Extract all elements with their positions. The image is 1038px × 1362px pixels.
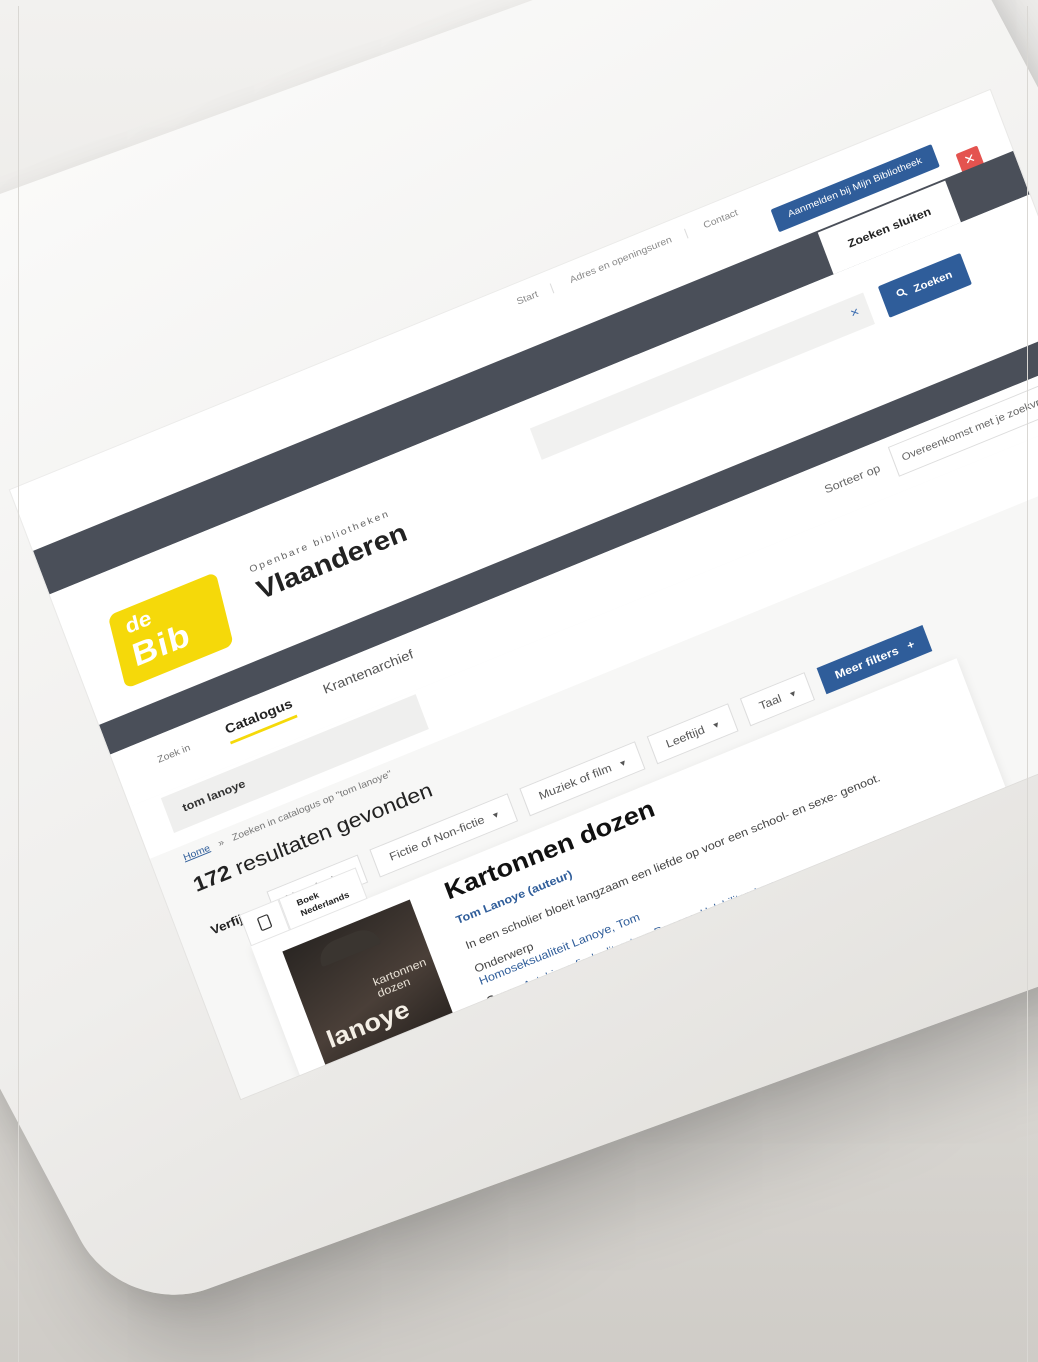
breadcrumb-home[interactable]: Home xyxy=(182,843,212,863)
util-link-contact[interactable]: Contact xyxy=(702,202,753,231)
plus-icon: + xyxy=(904,637,917,653)
filter-muziek-label: Muziek of film xyxy=(536,761,614,803)
chevron-down-icon: ▾ xyxy=(491,809,501,822)
publisher-label: Uitgever: xyxy=(491,994,543,1025)
more-filters-label: Meer filters xyxy=(833,643,901,682)
clear-search-icon[interactable]: × xyxy=(848,303,861,320)
filter-leeftijd-label: Leeftijd xyxy=(664,722,707,751)
breadcrumb-separator: » xyxy=(216,837,226,850)
series-label: In de reeks: xyxy=(496,1003,561,1039)
search-button[interactable]: Zoeken xyxy=(877,253,972,318)
chevron-down-icon: ▾ xyxy=(788,688,798,701)
tab-catalogus[interactable]: Catalogus xyxy=(222,695,298,745)
series-link[interactable]: De Wase trilogie xyxy=(560,970,643,1013)
filter-taal[interactable]: Taal ▾ xyxy=(739,672,816,727)
results-count: 172 xyxy=(189,860,235,897)
book-cover[interactable]: kartonnen dozen lanoye PROMETHEUS xyxy=(282,899,466,1099)
filter-taal-label: Taal xyxy=(757,691,784,713)
add-to-list-label: Zet op lijst xyxy=(397,1069,467,1099)
cover-title: kartonnen dozen xyxy=(371,955,432,1000)
cover-publisher: PROMETHEUS xyxy=(419,1027,463,1050)
sort-label: Sorteer op xyxy=(822,461,883,497)
cover-hat xyxy=(315,924,382,968)
web-page: Start Adres en openingsuren Contact Aanm… xyxy=(10,90,1038,1099)
search-in-label: Zoek in xyxy=(156,742,192,766)
search-button-label: Zoeken xyxy=(912,269,954,295)
util-link-address[interactable]: Adres en openingsuren xyxy=(568,228,689,286)
series-number: ; 2 xyxy=(638,965,655,981)
screen-viewport: Start Adres en openingsuren Contact Aanm… xyxy=(0,0,1038,1362)
library-logo[interactable]: de Bib xyxy=(107,571,234,689)
chevron-down-icon: ▾ xyxy=(618,757,628,770)
util-link-start[interactable]: Start xyxy=(515,283,555,308)
genre-label: Genre: xyxy=(485,982,524,1007)
search-icon xyxy=(892,277,914,312)
publisher-value: Prometheus, 2018 xyxy=(541,957,634,1004)
photo-background: Start Adres en openingsuren Contact Aanm… xyxy=(0,0,1038,1362)
add-to-list-button[interactable]: Zet op lijst xyxy=(341,1046,502,1099)
genre-link-romans[interactable]: Romans xyxy=(653,912,697,939)
chevron-down-icon: ▾ xyxy=(712,719,721,732)
cover-author: lanoye xyxy=(322,994,414,1054)
